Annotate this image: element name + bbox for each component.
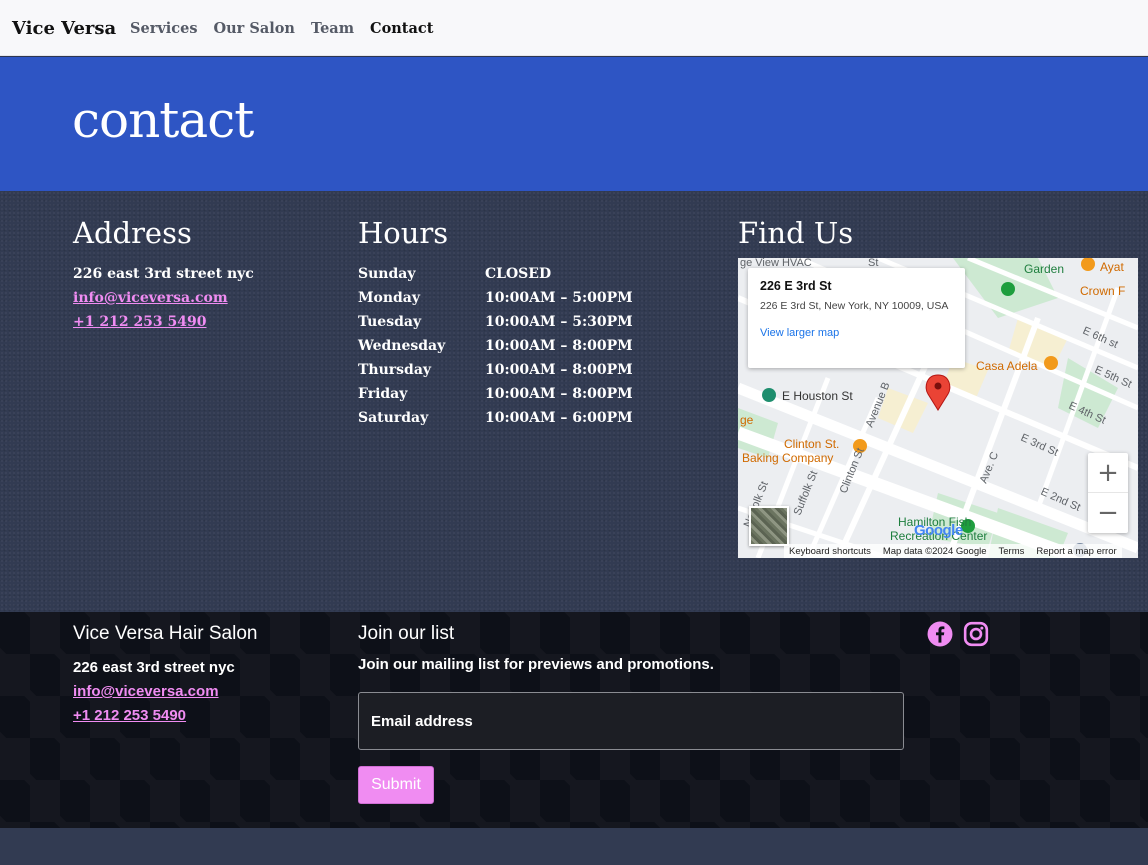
hours-time: 10:00AM – 5:30PM	[485, 314, 633, 330]
top-navbar: Vice Versa Services Our Salon Team Conta…	[0, 0, 1148, 56]
hours-day: Tuesday	[358, 314, 422, 330]
map-label: Casa Adela	[976, 359, 1038, 373]
address-phone-link[interactable]: +1 212 253 5490	[73, 310, 254, 334]
footer-salon-title: Vice Versa Hair Salon	[73, 623, 258, 644]
contact-section: Address 226 east 3rd street nyc info@vic…	[0, 191, 1148, 612]
map-label: Crown F	[1080, 284, 1125, 298]
hero-banner: contact	[0, 57, 1148, 191]
footer-phone-link[interactable]: +1 212 253 5490	[73, 704, 235, 728]
map-label: Ayat	[1100, 260, 1124, 274]
hours-time: 10:00AM – 8:00PM	[485, 386, 633, 402]
hours-table: Sunday CLOSED Monday 10:00AM – 5:00PM Tues…	[358, 262, 633, 430]
address-street: 226 east 3rd street nyc	[73, 266, 254, 282]
report-map-error-link[interactable]: Report a map error	[1036, 546, 1116, 557]
hours-row: Wednesday 10:00AM – 8:00PM	[358, 334, 633, 358]
map-label: ge	[740, 413, 754, 427]
embedded-map[interactable]: ge View HVAC Garden Crown F Ayat Casa Ad…	[738, 258, 1138, 558]
page-title: contact	[72, 91, 254, 149]
newsletter-title: Join our list	[358, 623, 455, 644]
map-zoom-control: + −	[1088, 453, 1128, 533]
footer-street: 226 east 3rd street nyc	[73, 659, 235, 676]
hours-day: Monday	[358, 290, 421, 306]
newsletter-description: Join our mailing list for previews and p…	[358, 656, 714, 673]
hours-time: 10:00AM – 8:00PM	[485, 362, 633, 378]
address-email-link[interactable]: info@viceversa.com	[73, 286, 254, 310]
findus-heading: Find Us	[738, 216, 854, 250]
footer-email-link[interactable]: info@viceversa.com	[73, 680, 235, 704]
hours-time: CLOSED	[485, 266, 552, 282]
newsletter-email-input[interactable]	[358, 692, 904, 750]
hours-day: Saturday	[358, 410, 429, 426]
google-logo: Google	[914, 522, 963, 539]
hours-row: Tuesday 10:00AM – 5:30PM	[358, 310, 633, 334]
map-label: E Houston St	[782, 389, 853, 403]
nav-item-team[interactable]: Team	[311, 20, 354, 37]
hours-time: 10:00AM – 5:00PM	[485, 290, 633, 306]
hours-row: Friday 10:00AM – 8:00PM	[358, 382, 633, 406]
google-logo-text: Google	[914, 522, 963, 539]
facebook-icon[interactable]	[927, 621, 953, 647]
map-card-address: 226 E 3rd St, New York, NY 10009, USA	[760, 300, 949, 312]
main-nav: Services Our Salon Team Contact	[130, 20, 433, 37]
map-label: Baking Company	[742, 451, 833, 465]
page-bottom-strip	[0, 828, 1148, 865]
footer-address-block: 226 east 3rd street nyc info@viceversa.c…	[73, 656, 235, 728]
hours-row: Monday 10:00AM – 5:00PM	[358, 286, 633, 310]
address-heading: Address	[73, 216, 192, 250]
map-info-card: 226 E 3rd St 226 E 3rd St, New York, NY …	[748, 268, 965, 368]
zoom-in-button[interactable]: +	[1088, 453, 1128, 493]
satellite-layer-toggle[interactable]	[749, 506, 789, 546]
brand-logo[interactable]: Vice Versa	[12, 18, 116, 39]
hours-row: Saturday 10:00AM – 6:00PM	[358, 406, 633, 430]
map-label: Garden	[1024, 262, 1064, 276]
nav-item-contact[interactable]: Contact	[370, 20, 433, 37]
map-footer-bar: Keyboard shortcuts Map data ©2024 Google…	[784, 544, 1122, 558]
hours-heading: Hours	[358, 216, 449, 250]
map-data-attribution: Map data ©2024 Google	[882, 545, 987, 557]
map-card-title: 226 E 3rd St	[760, 279, 832, 293]
newsletter-submit-button[interactable]: Submit	[358, 766, 434, 804]
hours-time: 10:00AM – 6:00PM	[485, 410, 633, 426]
zoom-out-button[interactable]: −	[1088, 493, 1128, 533]
hours-day: Sunday	[358, 266, 416, 282]
hours-row: Thursday 10:00AM – 8:00PM	[358, 358, 633, 382]
keyboard-shortcuts-link[interactable]: Keyboard shortcuts	[789, 546, 871, 557]
address-block: 226 east 3rd street nyc info@viceversa.c…	[73, 262, 254, 334]
nav-item-our-salon[interactable]: Our Salon	[214, 20, 295, 37]
view-larger-map-link[interactable]: View larger map	[760, 327, 953, 339]
instagram-icon[interactable]	[963, 621, 989, 647]
hours-time: 10:00AM – 8:00PM	[485, 338, 633, 354]
nav-item-services[interactable]: Services	[130, 20, 198, 37]
hours-day: Friday	[358, 386, 408, 402]
hours-row: Sunday CLOSED	[358, 262, 633, 286]
terms-link[interactable]: Terms	[999, 546, 1025, 557]
hours-day: Wednesday	[358, 338, 446, 354]
site-footer: Vice Versa Hair Salon 226 east 3rd stree…	[0, 612, 1148, 828]
map-label: Clinton St.	[784, 437, 839, 451]
hours-day: Thursday	[358, 362, 432, 378]
